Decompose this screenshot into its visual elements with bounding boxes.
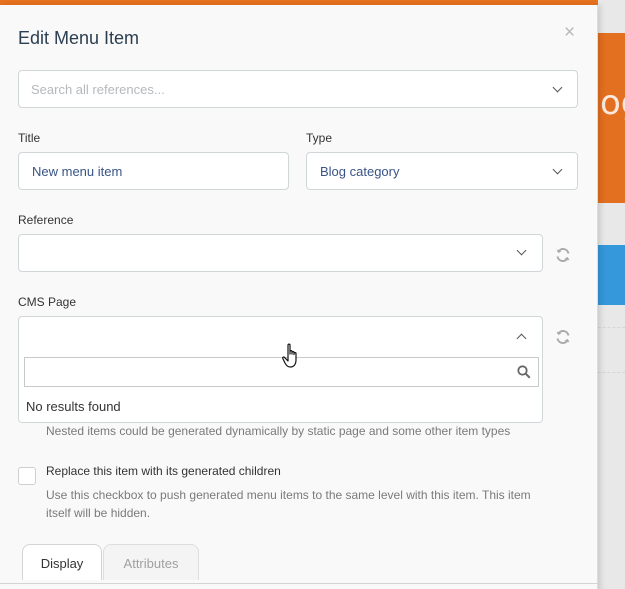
tab-attributes-label: Attributes <box>123 556 179 571</box>
title-label: Title <box>18 131 41 145</box>
tabs-divider <box>0 583 598 584</box>
refresh-icon[interactable] <box>555 329 571 345</box>
type-select-value: Blog category <box>320 164 400 179</box>
tab-display-label: Display <box>40 556 84 571</box>
type-label: Type <box>306 131 333 145</box>
background-banner-text: og <box>600 83 625 123</box>
chevron-down-icon <box>552 164 563 175</box>
tab-attributes[interactable]: Attributes <box>103 544 199 580</box>
background-divider <box>598 372 625 373</box>
close-icon[interactable]: × <box>564 23 575 43</box>
no-results-message: No results found <box>26 399 121 414</box>
title-input[interactable]: New menu item <box>18 152 289 190</box>
chevron-down-icon <box>516 245 527 256</box>
edit-menu-item-modal: Edit Menu Item × Search all references..… <box>0 5 598 589</box>
hand-pointer-icon <box>282 343 297 368</box>
background-divider <box>598 327 625 328</box>
modal-title: Edit Menu Item <box>18 28 140 48</box>
replace-children-label[interactable]: Replace this item with its generated chi… <box>46 464 281 478</box>
reference-label: Reference <box>18 213 74 227</box>
chevron-down-icon <box>552 82 563 93</box>
search-references-placeholder: Search all references... <box>31 82 165 97</box>
search-icon <box>517 365 531 379</box>
cms-page-label: CMS Page <box>18 295 77 309</box>
replace-children-checkbox[interactable] <box>18 467 36 485</box>
type-select[interactable]: Blog category <box>306 152 578 190</box>
cms-page-dropdown: No results found <box>18 354 543 423</box>
cms-page-select[interactable] <box>18 316 543 355</box>
background-banner: og <box>598 33 625 203</box>
reference-select[interactable] <box>18 234 543 272</box>
nested-items-help: Nested items could be generated dynamica… <box>46 424 511 438</box>
replace-children-help-line1: Use this checkbox to push generated menu… <box>46 488 531 502</box>
title-input-value: New menu item <box>32 164 123 179</box>
chevron-up-icon <box>516 333 527 344</box>
search-references-select[interactable]: Search all references... <box>18 70 578 108</box>
refresh-icon[interactable] <box>555 247 571 263</box>
tab-display[interactable]: Display <box>22 544 102 580</box>
replace-children-help-line2: itself will be hidden. <box>46 506 151 520</box>
background-blue-block <box>598 245 625 305</box>
